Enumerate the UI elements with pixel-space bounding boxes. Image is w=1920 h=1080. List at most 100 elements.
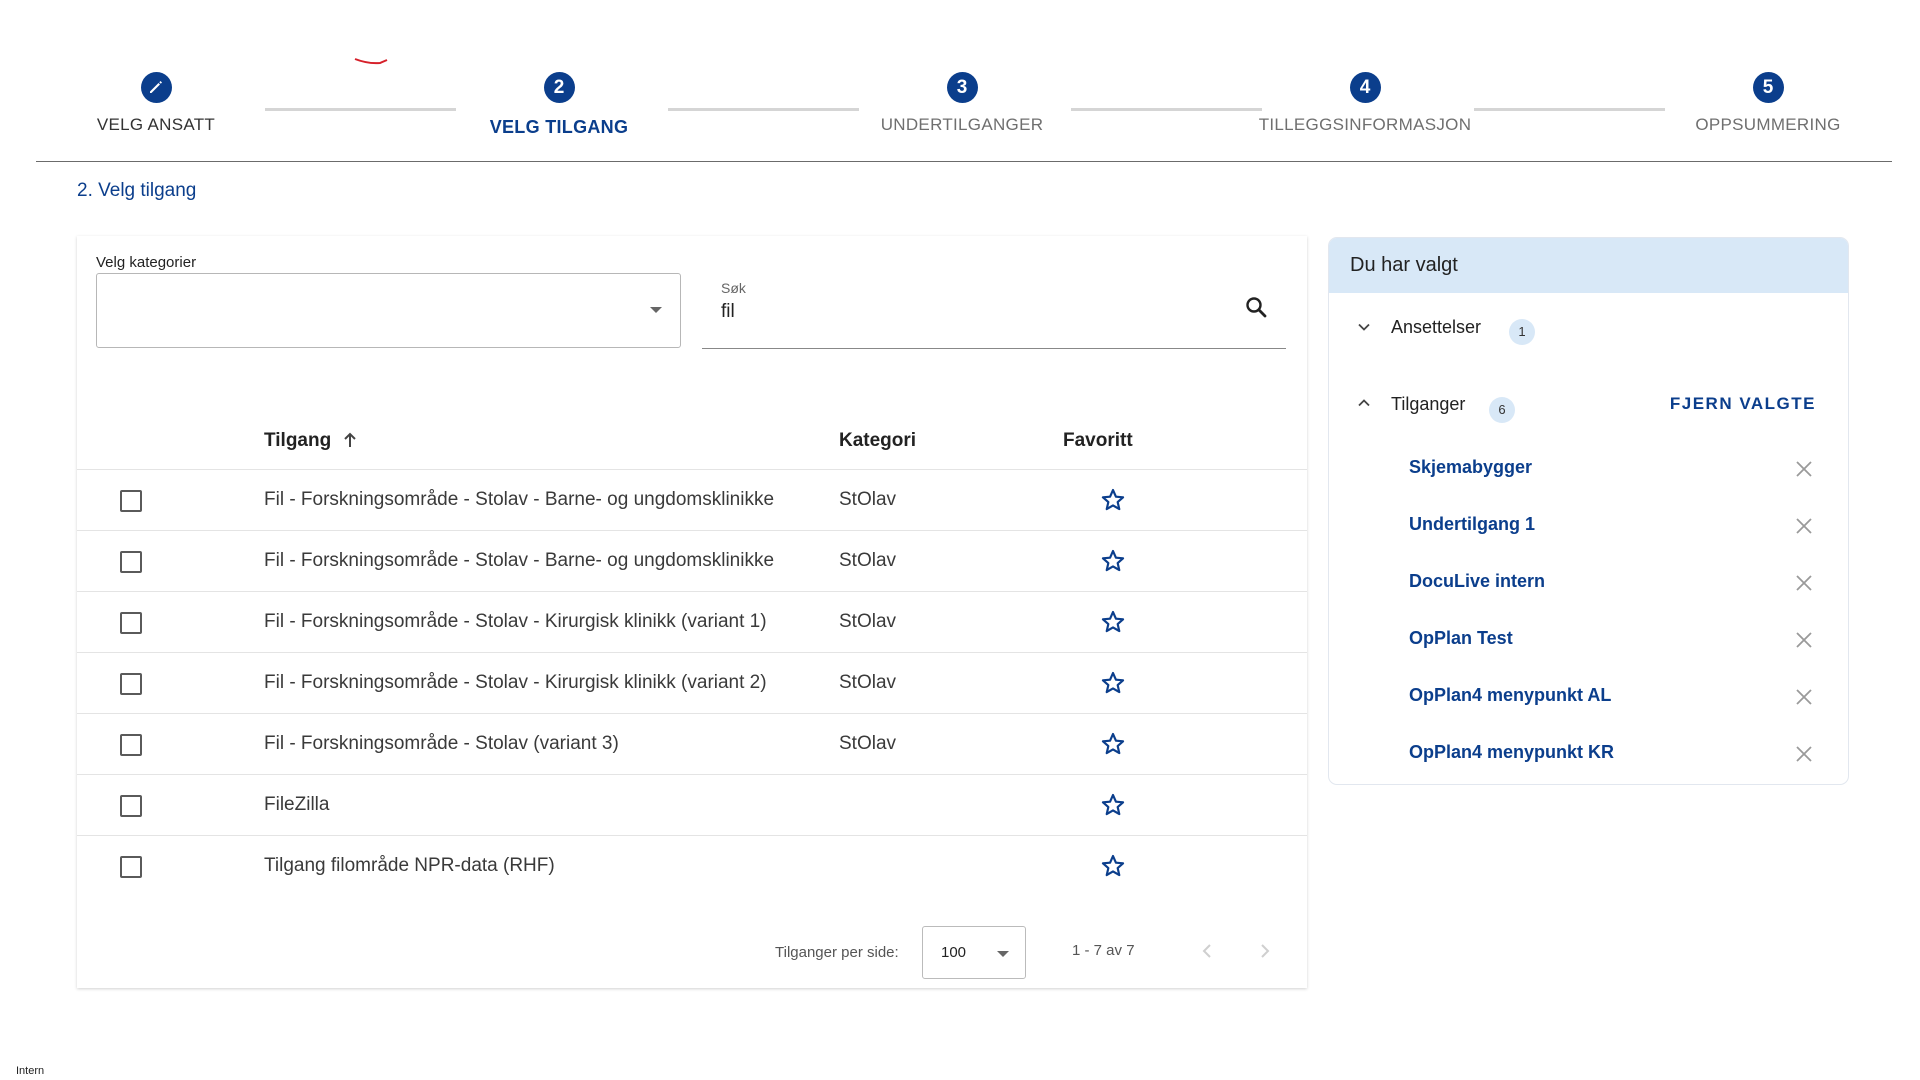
employments-group[interactable]: Ansettelser 1: [1329, 293, 1848, 371]
access-category: StOlav: [839, 733, 897, 754]
step-undertilganger[interactable]: 3 UNDERTILGANGER: [832, 72, 1092, 135]
step-velg-tilgang[interactable]: 2 VELG TILGANG: [429, 72, 689, 138]
row-checkbox[interactable]: [120, 734, 142, 756]
table-row[interactable]: Fil - Forskningsområde - Stolav - Kirurg…: [77, 592, 1307, 653]
stepper-connector: [265, 108, 456, 111]
step-label: OPPSUMMERING: [1695, 115, 1841, 134]
step-label: VELG TILGANG: [489, 117, 629, 137]
star-icon[interactable]: [1100, 487, 1126, 513]
close-icon[interactable]: [1795, 517, 1813, 535]
sort-ascending-icon: [343, 432, 356, 447]
access-list-card: Velg kategorier Søk Tilgang Kategori Fav…: [77, 236, 1307, 988]
close-icon[interactable]: [1795, 631, 1813, 649]
selected-access-item: OpPlan4 menypunkt KR: [1329, 726, 1848, 783]
pagination: Tilganger per side: 100 1 - 7 av 7: [77, 924, 1307, 980]
step-velg-ansatt[interactable]: VELG ANSATT: [26, 72, 286, 135]
employments-count-badge: 1: [1509, 319, 1535, 345]
close-icon[interactable]: [1795, 574, 1813, 592]
selected-access-item: DocuLive intern: [1329, 555, 1848, 612]
pencil-icon: [150, 81, 162, 93]
access-category: StOlav: [839, 611, 897, 632]
star-icon[interactable]: [1100, 853, 1126, 879]
row-checkbox[interactable]: [120, 612, 142, 634]
classification-label: Intern: [16, 1065, 45, 1077]
category-select[interactable]: [96, 273, 681, 348]
selection-panel: Du har valgt Ansettelser 1 Tilganger 6 F…: [1328, 237, 1849, 785]
caret-down-icon: [650, 307, 662, 313]
row-checkbox[interactable]: [120, 490, 142, 512]
panel-title: Du har valgt: [1329, 238, 1848, 293]
star-icon[interactable]: [1100, 731, 1126, 757]
step-1-circle: [140, 72, 172, 103]
selected-access-item: OpPlan Test: [1329, 612, 1848, 669]
star-icon[interactable]: [1100, 670, 1126, 696]
page-range: 1 - 7 av 7: [1072, 942, 1135, 959]
column-header-tilgang[interactable]: Tilgang: [264, 430, 357, 452]
column-header-kategori[interactable]: Kategori: [839, 430, 916, 452]
row-checkbox[interactable]: [120, 856, 142, 878]
search-input[interactable]: [721, 301, 1201, 323]
employments-label: Ansettelser: [1391, 317, 1482, 337]
step-oppsummering[interactable]: 5 OPPSUMMERING: [1638, 72, 1898, 135]
step-number: 3: [946, 72, 978, 103]
selected-access-item: OpPlan4 menypunkt AL: [1329, 669, 1848, 726]
selected-access-name: OpPlan Test: [1409, 628, 1513, 648]
access-category: StOlav: [839, 672, 897, 693]
search-icon[interactable]: [1244, 295, 1268, 319]
row-checkbox[interactable]: [120, 551, 142, 573]
stepper-connector: [668, 108, 859, 111]
selected-access-name: Undertilgang 1: [1409, 514, 1536, 534]
row-checkbox[interactable]: [120, 795, 142, 817]
access-name: Fil - Forskningsområde - Stolav - Kirurg…: [264, 611, 767, 632]
stepper: VELG ANSATT 2 VELG TILGANG 3 UNDERTILGAN…: [36, 58, 1892, 162]
step-number: 4: [1349, 72, 1381, 103]
chevron-up-icon[interactable]: [1357, 396, 1371, 410]
column-label: Tilgang: [264, 430, 332, 451]
remove-selected-button[interactable]: FJERN VALGTE: [1670, 394, 1816, 414]
table-row[interactable]: Fil - Forskningsområde - Stolav (variant…: [77, 714, 1307, 775]
selected-access-name: Skjemabygger: [1409, 457, 1533, 477]
chevron-left-icon[interactable]: [1197, 941, 1217, 961]
access-name: Fil - Forskningsområde - Stolav - Kirurg…: [264, 672, 767, 693]
annotation-mark: [354, 58, 388, 65]
star-icon[interactable]: [1100, 792, 1126, 818]
close-icon[interactable]: [1795, 688, 1813, 706]
per-page-select[interactable]: 100: [922, 926, 1026, 979]
row-checkbox[interactable]: [120, 673, 142, 695]
access-name: Fil - Forskningsområde - Stolav - Barne-…: [264, 489, 775, 510]
close-icon[interactable]: [1795, 460, 1813, 478]
accesses-group[interactable]: Tilganger 6 FJERN VALGTE: [1329, 371, 1848, 441]
selected-access-item: Undertilgang 1: [1329, 498, 1848, 555]
selected-access-name: OpPlan4 menypunkt AL: [1409, 685, 1612, 705]
step-number: 5: [1752, 72, 1784, 103]
table-row[interactable]: Fil - Forskningsområde - Stolav - Barne-…: [77, 470, 1307, 531]
step-label: VELG ANSATT: [96, 115, 216, 134]
category-label: Velg kategorier: [96, 254, 197, 271]
step-tilleggsinformasjon[interactable]: 4 TILLEGGSINFORMASJON: [1235, 72, 1495, 135]
chevron-down-icon[interactable]: [1357, 320, 1371, 334]
access-category: StOlav: [839, 489, 897, 510]
per-page-value: 100: [941, 944, 967, 961]
table-row[interactable]: Fil - Forskningsområde - Stolav - Barne-…: [77, 531, 1307, 592]
step-label: TILLEGGSINFORMASJON: [1258, 115, 1472, 134]
search-label: Søk: [721, 280, 746, 296]
accesses-label: Tilganger: [1391, 394, 1466, 414]
access-category: StOlav: [839, 550, 897, 571]
selected-access-item: Skjemabygger: [1329, 441, 1848, 498]
caret-down-icon: [997, 951, 1009, 957]
table-row[interactable]: Fil - Forskningsområde - Stolav - Kirurg…: [77, 653, 1307, 714]
star-icon[interactable]: [1100, 609, 1126, 635]
table-row[interactable]: Tilgang filområde NPR-data (RHF): [77, 836, 1307, 897]
per-page-label: Tilganger per side:: [775, 944, 899, 961]
access-name: Fil - Forskningsområde - Stolav (variant…: [264, 733, 619, 754]
access-table: Tilgang Kategori Favoritt Fil - Forsknin…: [77, 408, 1307, 897]
access-name: FileZilla: [264, 794, 330, 815]
column-header-favoritt[interactable]: Favoritt: [1063, 430, 1133, 452]
star-icon[interactable]: [1100, 548, 1126, 574]
chevron-right-icon[interactable]: [1255, 941, 1275, 961]
search-field[interactable]: Søk: [702, 273, 1286, 349]
table-row[interactable]: FileZilla: [77, 775, 1307, 836]
stepper-connector: [1474, 108, 1665, 111]
selected-access-name: OpPlan4 menypunkt KR: [1409, 742, 1615, 762]
close-icon[interactable]: [1795, 745, 1813, 763]
